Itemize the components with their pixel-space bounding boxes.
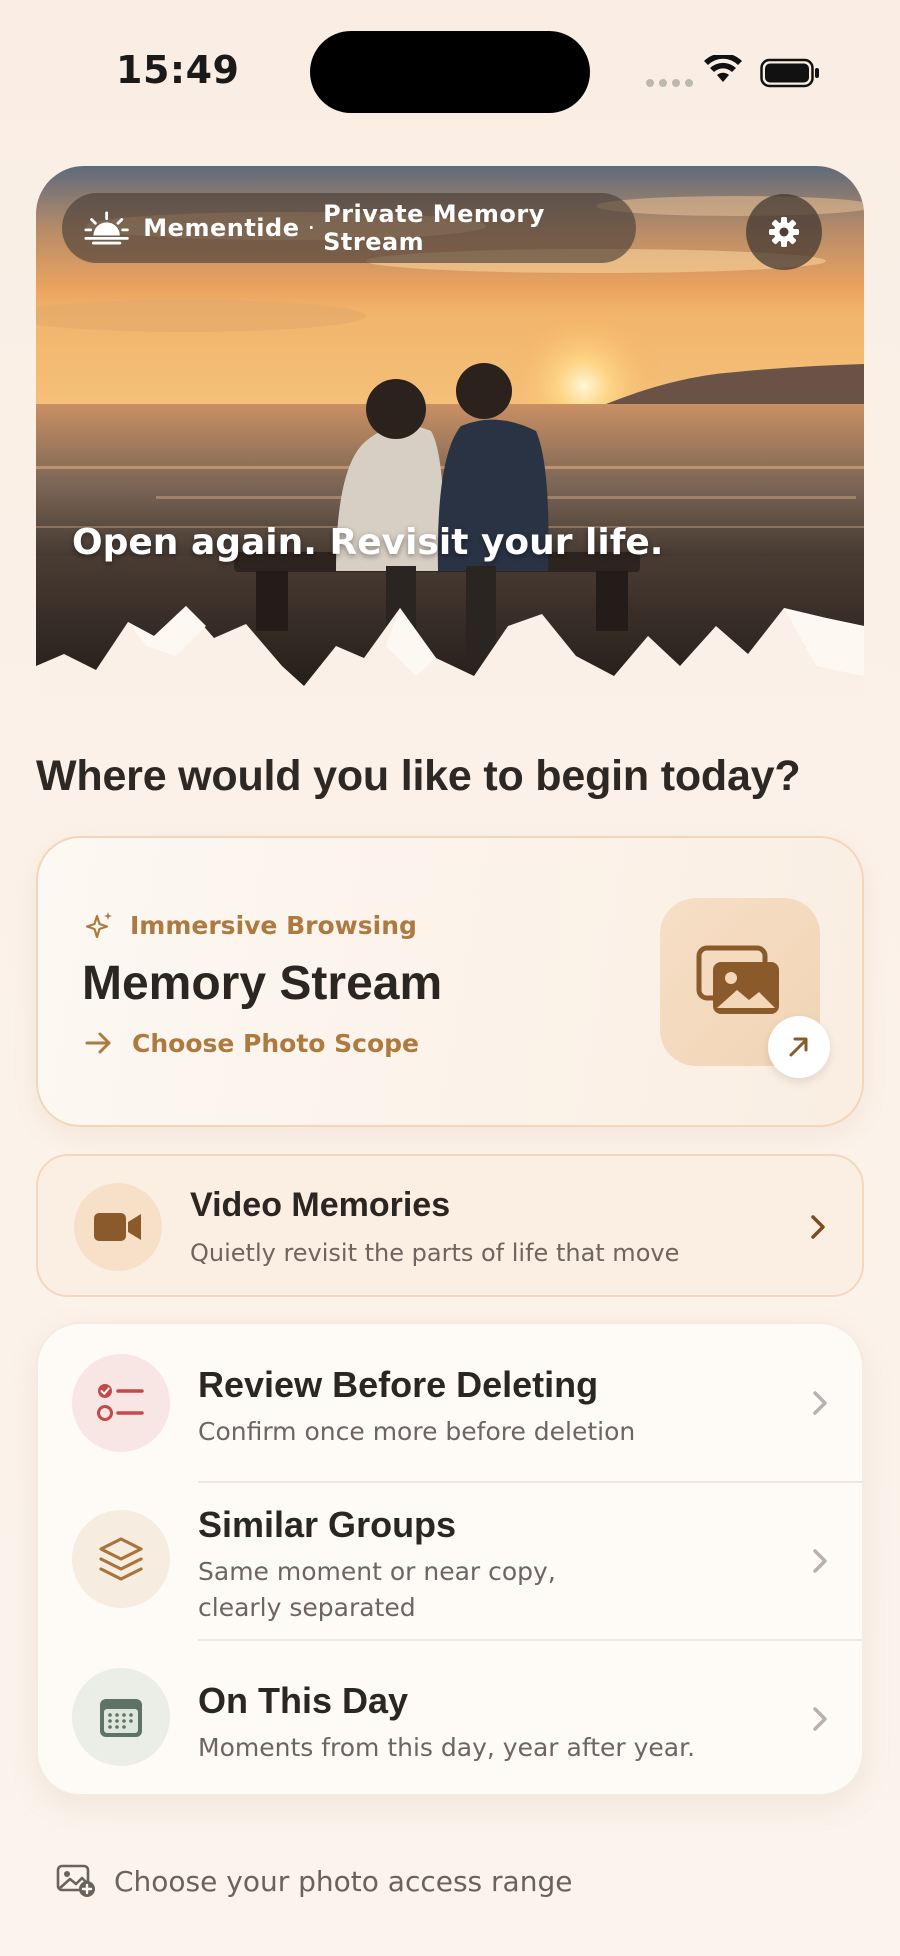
video-memories-card[interactable]: Video Memories Quietly revisit the parts…: [36, 1154, 864, 1297]
choose-photo-scope-link[interactable]: Choose Photo Scope: [84, 1028, 419, 1058]
sparkle-icon: [85, 912, 112, 939]
similar-groups-subtitle-line1: Same moment or near copy,: [198, 1557, 556, 1586]
similar-groups-title: Similar Groups: [198, 1504, 457, 1545]
memory-stream-eyebrow: Immersive Browsing: [84, 910, 417, 940]
photo-add-icon: [56, 1864, 95, 1897]
list-item-review-before-deleting[interactable]: Review Before Deleting Confirm once more…: [38, 1324, 862, 1482]
on-this-day-subtitle: Moments from this day, year after year.: [198, 1733, 696, 1762]
memory-stream-eyebrow-label: Immersive Browsing: [130, 910, 417, 940]
video-memories-subtitle: Quietly revisit the parts of life that m…: [190, 1239, 680, 1267]
tools-list-card: Review Before Deleting Confirm once more…: [36, 1322, 864, 1796]
section-heading: Where would you like to begin today?: [36, 752, 801, 800]
video-camera-icon: [94, 1213, 141, 1241]
torn-paper-edge: [36, 606, 864, 696]
dynamic-island: [310, 31, 590, 113]
video-icon-badge: [74, 1183, 162, 1271]
video-memories-title: Video Memories: [190, 1186, 451, 1224]
chevron-right-icon: [811, 1215, 825, 1239]
on-this-day-title: On This Day: [198, 1680, 409, 1721]
chevron-right-icon: [813, 1549, 827, 1573]
similar-groups-subtitle-line2: clearly separated: [198, 1593, 416, 1622]
photos-icon: [696, 945, 779, 1014]
review-before-deleting-title: Review Before Deleting: [198, 1364, 599, 1405]
memory-stream-open-button[interactable]: [768, 1016, 830, 1078]
arrow-up-right-icon: [789, 1037, 808, 1057]
layers-icon: [99, 1537, 143, 1581]
checklist-icon: [97, 1384, 144, 1421]
arrow-right-icon: [85, 1032, 111, 1054]
chevron-right-icon: [813, 1707, 827, 1731]
photo-access-range-label: Choose your photo access range: [114, 1864, 573, 1898]
list-item-on-this-day[interactable]: On This Day Moments from this day, year …: [38, 1640, 862, 1794]
sunrise-icon: [84, 211, 129, 245]
brand-name: Mementide: [143, 214, 300, 242]
list-item-similar-groups[interactable]: Similar Groups Same moment or near copy,…: [38, 1482, 862, 1640]
cellular-signal-icon: [646, 79, 693, 87]
brand-separator: ·: [307, 214, 316, 242]
review-before-deleting-subtitle: Confirm once more before deletion: [198, 1417, 636, 1446]
chevron-right-icon: [813, 1391, 827, 1415]
memory-stream-title: Memory Stream: [82, 957, 443, 1010]
choose-photo-scope-label: Choose Photo Scope: [132, 1028, 420, 1058]
status-bar: 15:49: [0, 0, 900, 150]
gear-icon: [769, 217, 799, 247]
layers-icon-badge: [72, 1510, 170, 1608]
wifi-icon: [704, 55, 742, 82]
checklist-icon-badge: [72, 1354, 170, 1452]
brand-tagline: Private Memory Stream: [323, 200, 545, 256]
hero-caption: Open again. Revisit your life.: [72, 522, 664, 563]
settings-button[interactable]: [746, 194, 822, 270]
memory-stream-card[interactable]: Immersive Browsing Memory Stream Choose …: [36, 836, 864, 1127]
calendar-icon-badge: [72, 1668, 170, 1766]
calendar-icon: [100, 1699, 142, 1737]
hero-banner: Mementide · Private Memory Stream Open a…: [36, 166, 864, 696]
brand-pill: Mementide · Private Memory Stream: [62, 193, 636, 263]
battery-icon: [760, 58, 819, 88]
photo-access-range-link[interactable]: Choose your photo access range: [56, 1864, 572, 1898]
status-time: 15:49: [116, 48, 240, 92]
